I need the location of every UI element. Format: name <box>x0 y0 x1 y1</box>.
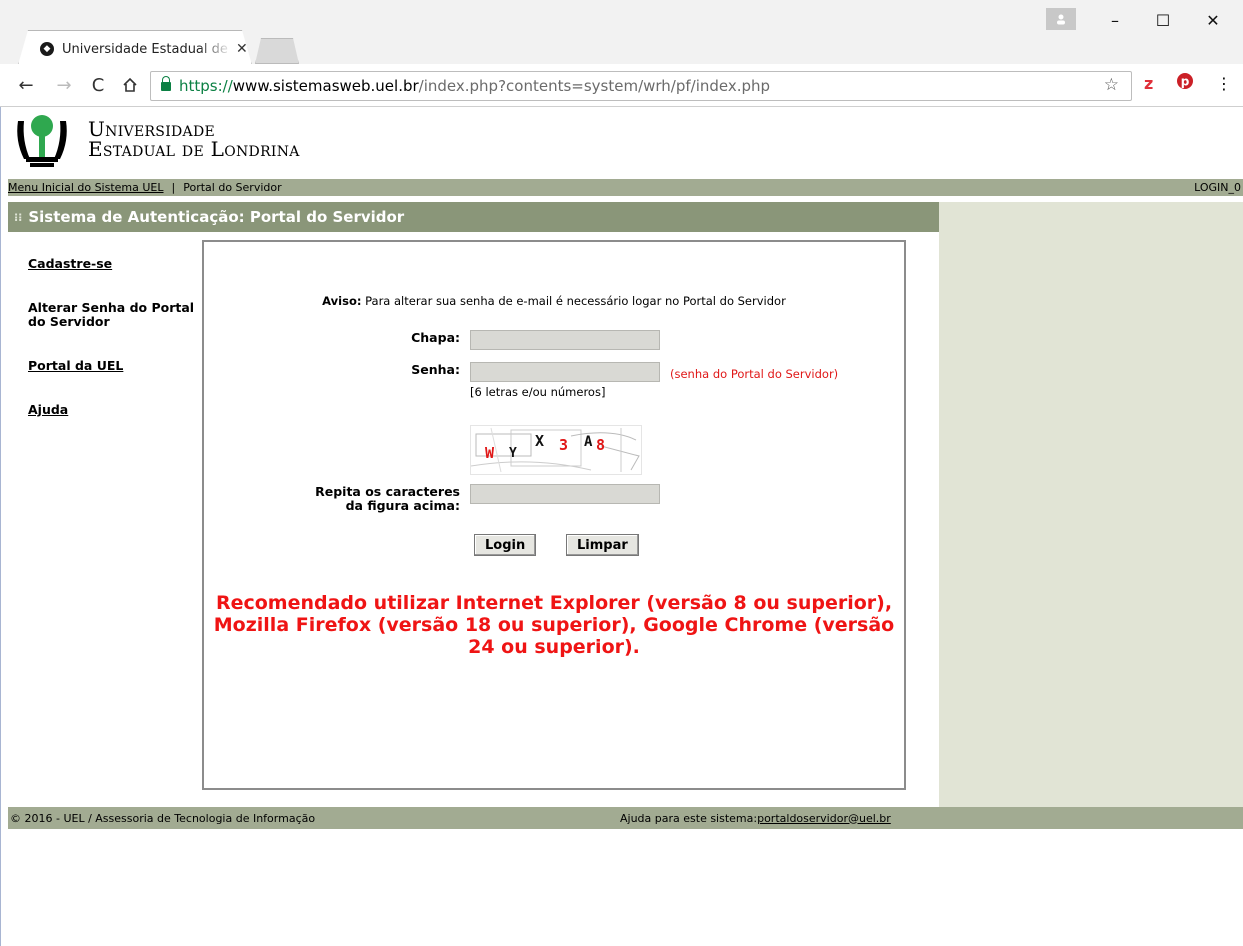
browser-toolbar: ← → C https://www.sistemasweb.uel.br/ind… <box>0 64 1243 107</box>
tab-title: Universidade Estadual de Londrina <box>62 41 232 57</box>
forward-arrow-icon[interactable]: → <box>52 73 76 97</box>
senha-label: Senha: <box>411 362 460 377</box>
minimize-button[interactable]: – <box>1092 6 1138 34</box>
captcha-input[interactable] <box>470 484 660 504</box>
university-name: Universidade Estadual de Londrina <box>88 119 300 159</box>
browser-recommendation: Recomendado utilizar Internet Explorer (… <box>213 592 895 658</box>
browser-tab[interactable]: ◆ Universidade Estadual de Londrina ✕ <box>28 34 258 64</box>
browser-tabstrip: ◆ Universidade Estadual de Londrina ✕ – … <box>0 0 1243 64</box>
footer-right-bar <box>939 807 1243 829</box>
window-left-border <box>0 107 1 946</box>
captcha-char-1: W <box>485 444 495 462</box>
top-nav-bar: Menu Inicial do Sistema UEL | Portal do … <box>8 179 1243 196</box>
new-tab-button[interactable] <box>255 38 299 64</box>
sidebar-item-ajuda[interactable]: Ajuda <box>28 403 208 417</box>
zotero-extension-icon[interactable]: z <box>1144 74 1153 93</box>
sidebar-item-alterar-senha[interactable]: Alterar Senha do Portal do Servidor <box>28 301 198 329</box>
page-title-bar: ⁝⁝ Sistema de Autenticação: Portal do Se… <box>8 202 939 232</box>
browser-menu-icon[interactable]: ⋮ <box>1216 74 1232 93</box>
notice-text: Para alterar sua senha de e-mail é neces… <box>361 294 786 308</box>
logo-line-2: Estadual de Londrina <box>88 137 300 161</box>
lock-icon <box>161 75 171 91</box>
notice-label: Aviso: <box>322 294 362 308</box>
captcha-label: Repita os caracteres da figura acima: <box>294 485 460 513</box>
page-title: Sistema de Autenticação: Portal do Servi… <box>28 208 405 226</box>
url-host: www.sistemasweb.uel.br <box>232 77 419 95</box>
help-email-link[interactable]: portaldoservidor@uel.br <box>757 812 891 825</box>
footer-help-label: Ajuda para este sistema: <box>620 811 758 825</box>
close-tab-icon[interactable]: ✕ <box>236 41 248 57</box>
login-button[interactable]: Login <box>474 534 537 556</box>
sidebar-item-cadastre[interactable]: Cadastre-se <box>28 257 208 271</box>
captcha-noise-icon <box>471 427 640 473</box>
uel-favicon-icon: ◆ <box>40 42 54 56</box>
maximize-button[interactable]: ☐ <box>1140 6 1186 34</box>
captcha-char-3: X <box>535 432 545 450</box>
captcha-image: W Y X 3 A 8 <box>470 425 642 475</box>
url-scheme: https:// <box>179 77 233 95</box>
sidebar-item-portal-uel[interactable]: Portal da UEL <box>28 359 208 373</box>
back-arrow-icon[interactable]: ← <box>14 73 38 97</box>
captcha-label-line-2: da figura acima: <box>345 498 460 513</box>
pinterest-extension-icon[interactable]: p <box>1176 72 1194 94</box>
close-window-button[interactable]: ✕ <box>1190 6 1236 34</box>
nav-separator: | <box>171 181 176 194</box>
bookmark-star-icon[interactable]: ☆ <box>1104 75 1119 95</box>
sidebar: Cadastre-se Alterar Senha do Portal do S… <box>28 257 208 447</box>
captcha-char-4: 3 <box>559 436 569 454</box>
home-icon[interactable] <box>118 73 142 97</box>
footer-help: Ajuda para este sistema:portaldoservidor… <box>620 812 891 825</box>
captcha-char-5: A <box>584 434 593 450</box>
captcha-char-6: 8 <box>596 436 606 454</box>
reload-icon[interactable]: C <box>86 73 110 97</box>
clear-button[interactable]: Limpar <box>566 534 639 556</box>
captcha-label-line-1: Repita os caracteres <box>315 484 460 499</box>
senha-input[interactable] <box>470 362 660 382</box>
senha-rule: [6 letras e/ou números] <box>470 385 606 399</box>
senha-hint: (senha do Portal do Servidor) <box>670 367 839 381</box>
page-content: Universidade Estadual de Londrina Menu I… <box>8 107 1243 946</box>
main-menu-link[interactable]: Menu Inicial do Sistema UEL <box>8 181 164 194</box>
login-code: LOGIN_0 <box>1194 181 1241 194</box>
footer-copyright: © 2016 - UEL / Assessoria de Tecnologia … <box>10 811 316 825</box>
footer-bar: © 2016 - UEL / Assessoria de Tecnologia … <box>8 807 939 829</box>
user-profile-icon[interactable] <box>1046 8 1076 30</box>
nav-current: Portal do Servidor <box>183 181 282 194</box>
grip-icon: ⁝⁝ <box>14 210 23 224</box>
chapa-input[interactable] <box>470 330 660 350</box>
chapa-label: Chapa: <box>411 330 460 345</box>
uel-logo-icon <box>12 111 72 169</box>
address-bar[interactable]: https://www.sistemasweb.uel.br/index.php… <box>150 71 1132 101</box>
svg-text:p: p <box>1181 75 1190 89</box>
login-panel: Aviso: Para alterar sua senha de e-mail … <box>202 240 906 790</box>
url-path: /index.php?contents=system/wrh/pf/index.… <box>418 77 771 95</box>
captcha-char-2: Y <box>509 446 517 461</box>
right-side-panel <box>939 202 1243 807</box>
logo-line-1: Universidade <box>88 117 216 141</box>
email-notice: Aviso: Para alterar sua senha de e-mail … <box>204 294 904 308</box>
